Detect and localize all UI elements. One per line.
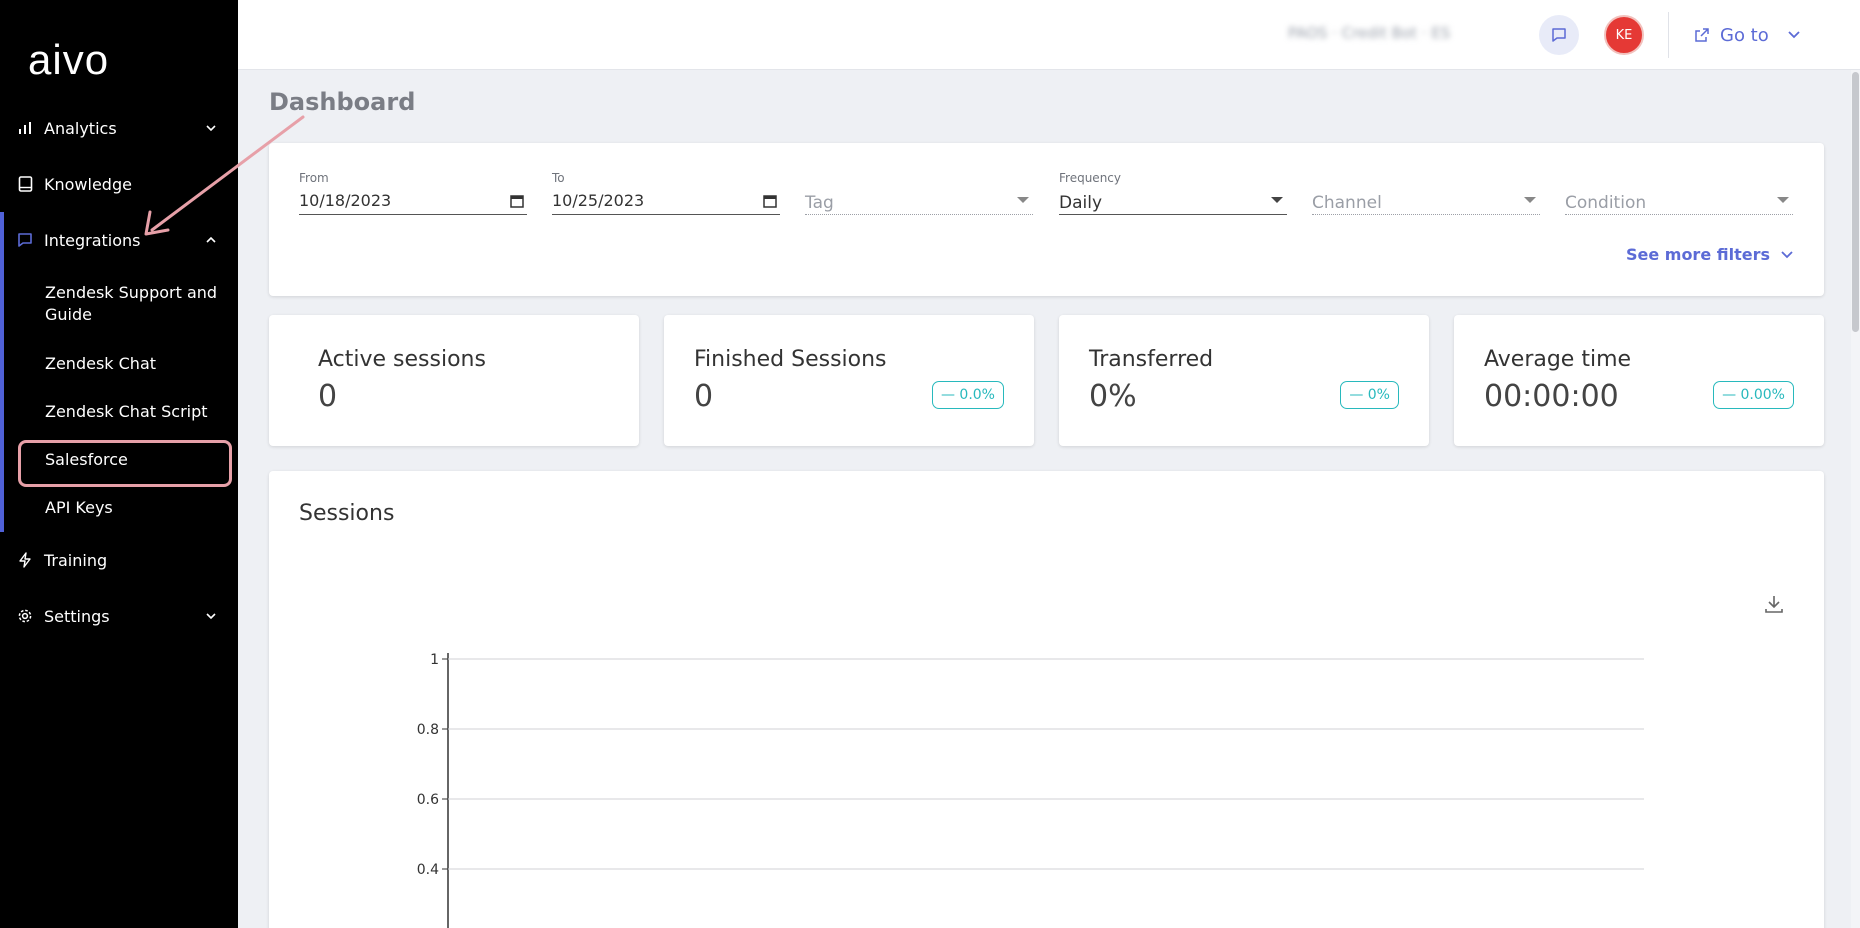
from-value: 10/18/2023	[299, 191, 392, 210]
sidebar-item-settings[interactable]: Settings	[0, 588, 238, 644]
stat-value: 0	[694, 379, 714, 414]
bar-chart-icon	[16, 119, 34, 137]
filters-card: From 10/18/2023 To 10/25/2023 Tag Freque…	[269, 143, 1824, 296]
chat-button[interactable]	[1539, 15, 1579, 55]
stat-card-average-time: Average time 00:00:00 — 0.00%	[1454, 315, 1824, 446]
chevron-down-icon	[206, 613, 216, 620]
to-value: 10/25/2023	[552, 191, 645, 210]
sidebar-item-knowledge[interactable]: Knowledge	[0, 156, 238, 212]
caret-down-icon	[1271, 197, 1283, 203]
account-selector[interactable]: PAOS · Credit Bot · ES	[1288, 24, 1458, 46]
sidebar-subitem-api-keys[interactable]: API Keys	[4, 484, 238, 532]
sidebar-item-label: Analytics	[44, 118, 117, 138]
from-label: From	[299, 171, 329, 185]
caret-down-icon	[1524, 197, 1536, 203]
sidebar-item-label: Training	[44, 550, 108, 570]
sidebar-item-analytics[interactable]: Analytics	[0, 100, 238, 156]
avatar[interactable]: KE	[1604, 15, 1644, 55]
see-more-filters-label: See more filters	[1625, 245, 1770, 264]
change-badge: — 0.0%	[931, 381, 1004, 409]
stat-value: 0	[318, 379, 338, 414]
book-icon	[16, 175, 34, 193]
y-tick-label: 0.8	[417, 722, 439, 738]
sidebar-subitem-zendesk-chat[interactable]: Zendesk Chat	[4, 340, 238, 388]
chevron-down-icon	[206, 125, 216, 132]
stat-card-finished-sessions: Finished Sessions 0 — 0.0%	[664, 315, 1034, 446]
chevron-down-icon	[1781, 250, 1793, 258]
frequency-select[interactable]: Frequency Daily	[1059, 171, 1287, 215]
sessions-chart: 1 0.8 0.6 0.4	[417, 652, 1644, 928]
stat-label: Average time	[1484, 347, 1632, 372]
sidebar-item-label: Settings	[44, 606, 110, 626]
sidebar-item-label: Knowledge	[44, 174, 132, 194]
chat-bubble-icon	[16, 231, 34, 249]
frequency-value: Daily	[1059, 193, 1103, 213]
change-badge: — 0%	[1340, 381, 1399, 409]
stat-label: Finished Sessions	[694, 347, 887, 372]
stat-label: Active sessions	[318, 347, 486, 372]
stat-card-active-sessions: Active sessions 0	[269, 315, 639, 446]
from-date-field[interactable]: From 10/18/2023	[299, 171, 527, 215]
goto-label: Go to	[1720, 24, 1769, 46]
lightning-icon	[16, 551, 34, 569]
divider	[1668, 12, 1669, 58]
stat-value: 00:00:00	[1484, 379, 1619, 414]
chevron-up-icon	[206, 236, 216, 243]
to-date-field[interactable]: To 10/25/2023	[552, 171, 780, 215]
y-tick-label: 0.6	[417, 792, 439, 808]
channel-placeholder: Channel	[1312, 193, 1382, 213]
sidebar-subitem-zendesk-chat-script[interactable]: Zendesk Chat Script	[4, 388, 238, 436]
frequency-label: Frequency	[1059, 171, 1121, 185]
sidebar-item-integrations[interactable]: Integrations	[4, 212, 238, 268]
channel-select[interactable]: Channel	[1312, 171, 1540, 215]
stat-value: 0%	[1089, 379, 1137, 414]
condition-select[interactable]: Condition	[1565, 171, 1793, 215]
chevron-down-icon	[1788, 31, 1800, 39]
to-label: To	[552, 171, 565, 185]
tag-placeholder: Tag	[805, 193, 834, 213]
y-tick-label: 1	[430, 652, 439, 668]
sidebar-subitem-zendesk-support[interactable]: Zendesk Support and Guide	[4, 268, 238, 340]
gear-icon	[16, 607, 34, 625]
sidebar-nav: Analytics Knowledge Integrations Zendesk…	[0, 100, 238, 644]
sidebar-subitem-salesforce[interactable]: Salesforce	[4, 436, 238, 487]
sidebar-item-training[interactable]: Training	[0, 532, 238, 588]
page-title: Dashboard	[269, 88, 416, 116]
change-badge: — 0.00%	[1713, 381, 1794, 409]
caret-down-icon	[1777, 197, 1789, 203]
calendar-icon[interactable]	[762, 193, 778, 209]
stat-card-transferred: Transferred 0% — 0%	[1059, 315, 1429, 446]
sidebar-group-integrations: Integrations Zendesk Support and Guide Z…	[0, 212, 238, 532]
highlight-box	[18, 440, 232, 487]
see-more-filters-button[interactable]: See more filters	[1626, 245, 1794, 264]
sessions-card: Sessions 1 0.8 0.6 0.4	[269, 471, 1824, 928]
external-link-icon	[1695, 28, 1709, 42]
tag-select[interactable]: Tag	[805, 171, 1033, 215]
calendar-icon[interactable]	[509, 193, 525, 209]
caret-down-icon	[1017, 197, 1029, 203]
sidebar-item-label: Integrations	[44, 230, 141, 250]
stat-label: Transferred	[1089, 347, 1214, 372]
topbar: PAOS · Credit Bot · ES KE Go to	[238, 0, 1860, 70]
condition-placeholder: Condition	[1565, 193, 1647, 213]
y-tick-label: 0.4	[417, 862, 439, 878]
goto-button[interactable]: Go to	[1694, 22, 1801, 48]
scrollbar-thumb[interactable]	[1852, 72, 1859, 332]
aivo-logo[interactable]: aivo	[28, 36, 109, 84]
chat-bubble-icon	[1552, 28, 1566, 42]
sidebar: aivo Analytics Knowledge Integrations Ze…	[0, 0, 238, 928]
